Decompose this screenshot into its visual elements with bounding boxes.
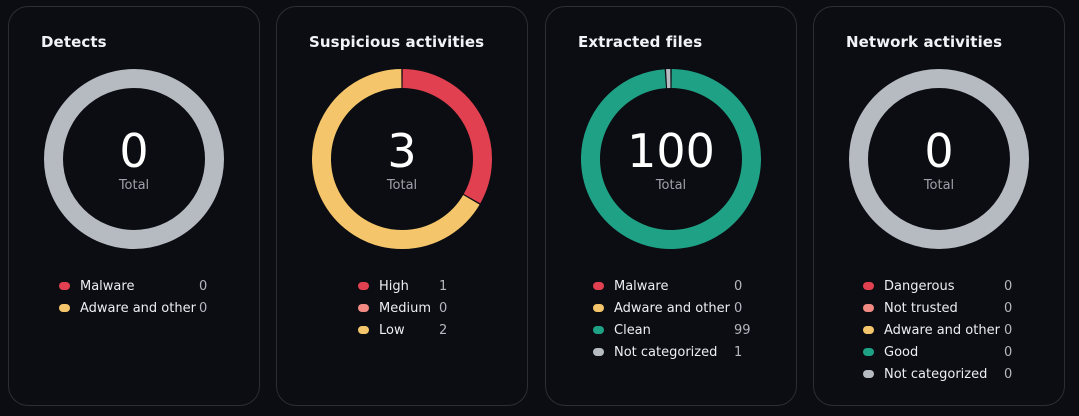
legend-item-adware[interactable]: Adware and other 0 — [59, 297, 207, 319]
legend-label: Not trusted — [884, 300, 958, 316]
color-dot — [593, 348, 604, 356]
legend-item-malware[interactable]: Malware 0 — [59, 275, 207, 297]
legend-label: Malware — [614, 278, 669, 294]
card-title: Extracted files — [578, 33, 703, 51]
donut-chart: 3 Total — [312, 69, 492, 249]
legend: Malware 0 Adware and other 0 — [59, 275, 207, 319]
legend-item-clean[interactable]: Clean 99 — [593, 319, 751, 341]
legend-count: 0 — [199, 300, 208, 316]
legend-label: Adware and other — [884, 322, 1000, 338]
total-value: 3 — [387, 123, 417, 178]
legend-item-not-categorized[interactable]: Not categorized 0 — [863, 363, 1012, 385]
card-title: Suspicious activities — [309, 33, 485, 51]
color-dot — [863, 282, 874, 290]
summary-cards: Detects 0 Total Malware 0 Adware and oth… — [0, 0, 1079, 416]
legend-count: 1 — [439, 278, 448, 294]
legend-label: Medium — [379, 300, 431, 316]
legend-count: 0 — [734, 300, 743, 316]
legend-label: High — [379, 278, 409, 294]
legend-item-dangerous[interactable]: Dangerous 0 — [863, 275, 1012, 297]
legend-item-medium[interactable]: Medium 0 — [358, 297, 447, 319]
card-suspicious-activities: Suspicious activities 3 Total High 1 Med… — [276, 6, 528, 406]
legend-item-low[interactable]: Low 2 — [358, 319, 447, 341]
card-title: Detects — [41, 33, 107, 51]
color-dot — [593, 304, 604, 312]
color-dot — [863, 348, 874, 356]
color-dot — [59, 282, 70, 290]
color-dot — [358, 282, 369, 290]
legend-count: 0 — [1004, 300, 1013, 316]
legend-item-not-trusted[interactable]: Not trusted 0 — [863, 297, 1012, 319]
color-dot — [358, 304, 369, 312]
legend-label: Clean — [614, 322, 651, 338]
card-extracted-files: Extracted files 100 Total Malware 0 Adwa… — [545, 6, 797, 406]
total-label: Total — [118, 177, 150, 193]
legend-item-malware[interactable]: Malware 0 — [593, 275, 751, 297]
card-title: Network activities — [846, 33, 1003, 51]
legend-count: 0 — [199, 278, 208, 294]
legend-label: Adware and other — [80, 300, 196, 316]
legend-item-high[interactable]: High 1 — [358, 275, 447, 297]
legend: Malware 0 Adware and other 0 Clean 99 No… — [593, 275, 751, 363]
total-value: 0 — [119, 123, 149, 178]
legend-item-adware[interactable]: Adware and other 0 — [863, 319, 1012, 341]
donut-chart: 0 Total — [849, 69, 1029, 249]
color-dot — [59, 304, 70, 312]
color-dot — [863, 304, 874, 312]
legend-item-not-categorized[interactable]: Not categorized 1 — [593, 341, 751, 363]
legend-label: Dangerous — [884, 278, 955, 294]
total-value: 100 — [627, 123, 715, 178]
legend-count: 0 — [439, 300, 448, 316]
legend-item-good[interactable]: Good 0 — [863, 341, 1012, 363]
legend-label: Good — [884, 344, 919, 360]
card-network-activities: Network activities 0 Total Dangerous 0 N… — [813, 6, 1065, 406]
donut-chart: 0 Total — [44, 69, 224, 249]
legend: Dangerous 0 Not trusted 0 Adware and oth… — [863, 275, 1012, 385]
legend-count: 2 — [439, 322, 448, 338]
donut-chart: 100 Total — [581, 69, 761, 249]
legend-count: 0 — [1004, 278, 1013, 294]
legend-label: Not categorized — [614, 344, 718, 360]
legend-item-adware[interactable]: Adware and other 0 — [593, 297, 751, 319]
legend-count: 0 — [1004, 322, 1013, 338]
legend-label: Adware and other — [614, 300, 730, 316]
color-dot — [863, 370, 874, 378]
legend-count: 0 — [1004, 366, 1013, 382]
legend-count: 1 — [734, 344, 743, 360]
legend-label: Low — [379, 322, 405, 338]
legend: High 1 Medium 0 Low 2 — [358, 275, 447, 341]
legend-count: 99 — [734, 322, 751, 338]
color-dot — [863, 326, 874, 334]
total-value: 0 — [924, 123, 954, 178]
legend-count: 0 — [1004, 344, 1013, 360]
color-dot — [358, 326, 369, 334]
legend-count: 0 — [734, 278, 743, 294]
legend-label: Malware — [80, 278, 135, 294]
color-dot — [593, 326, 604, 334]
color-dot — [593, 282, 604, 290]
total-label: Total — [655, 177, 687, 193]
total-label: Total — [386, 177, 418, 193]
legend-label: Not categorized — [884, 366, 988, 382]
card-detects: Detects 0 Total Malware 0 Adware and oth… — [8, 6, 260, 406]
total-label: Total — [923, 177, 955, 193]
